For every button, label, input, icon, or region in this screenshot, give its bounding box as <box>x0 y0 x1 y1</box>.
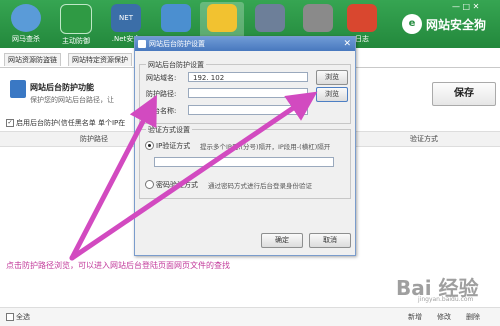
ip-list-field[interactable] <box>154 157 334 167</box>
cancel-button[interactable]: 取消 <box>309 233 351 248</box>
globe-scan-icon <box>11 4 41 32</box>
dialog-titlebar[interactable]: 网站后台防护设置 ✕ <box>135 37 355 51</box>
router-icon <box>303 4 333 32</box>
ip-auth-label[interactable]: IP验证方式 <box>156 141 190 151</box>
safedog-logo-icon: e <box>402 14 422 34</box>
ok-button[interactable]: 确定 <box>261 233 303 248</box>
folder-icon <box>207 4 237 32</box>
password-auth-hint: 通过密码方式进行后台登录身份验证 <box>208 182 312 190</box>
chart-monitor-icon <box>161 4 191 32</box>
select-all-label: 全选 <box>16 313 30 321</box>
dialog-title: 网站后台防护设置 <box>149 40 205 48</box>
toolbar-item-label: 主动防御 <box>62 37 90 45</box>
brand-name: 网站安全狗 <box>426 18 487 32</box>
rocket-icon <box>255 4 285 32</box>
path-field[interactable] <box>188 88 308 98</box>
tab-resource-protect[interactable]: 网站特定资源保护 <box>68 53 132 66</box>
group-backend-settings: 网站后台防护设置 网站域名: 192. 102 浏览 防护路径: 浏览 后台名称… <box>139 60 351 124</box>
feature-description: 保护您的网站后台路径，让 <box>30 96 114 104</box>
enable-label: 启用后台防护(信任黑名单 单个IP在 <box>16 119 126 127</box>
backend-protect-icon <box>10 80 26 98</box>
feature-title: 网站后台防护功能 <box>30 83 94 92</box>
annotation-text: 点击防护路径浏览，可以进入网站后台登陆页面网页文件的查找 <box>6 261 230 270</box>
brand: e 网站安全狗 <box>402 14 498 36</box>
group-title: 网站后台防护设置 <box>146 60 206 70</box>
backend-name-field[interactable] <box>188 105 308 115</box>
path-label: 防护路径: <box>146 90 177 98</box>
bottom-bar: 全选 新增 修改 删除 <box>0 307 500 326</box>
group-auth-method: 验证方式设置 IP验证方式 提示多个IP用,(分号)隔开，IP段用-(横杠)隔开… <box>139 125 351 199</box>
ip-auth-radio[interactable] <box>145 141 154 150</box>
backend-name-label: 后台名称: <box>146 107 177 115</box>
domain-label: 网站域名: <box>146 74 177 82</box>
backend-protect-settings-dialog: 网站后台防护设置 ✕ 网站后台防护设置 网站域名: 192. 102 浏览 防护… <box>134 36 356 256</box>
save-button[interactable]: 保存 <box>432 82 496 106</box>
toolbar-item-label: 网马查杀 <box>12 35 40 43</box>
column-header-auth-method[interactable]: 验证方式 <box>410 134 438 144</box>
path-browse-button[interactable]: 浏览 <box>316 87 348 102</box>
group-title: 验证方式设置 <box>146 125 192 135</box>
password-auth-label[interactable]: 密码验证方式 <box>156 180 198 190</box>
password-auth-radio[interactable] <box>145 180 154 189</box>
dialog-app-icon <box>138 40 146 48</box>
toolbar-item-trojan-scan[interactable]: 网马查杀 <box>4 2 48 48</box>
net-icon: NET <box>111 4 141 32</box>
ip-auth-hint: 提示多个IP用,(分号)隔开，IP段用-(横杠)隔开 <box>200 143 331 151</box>
select-all-checkbox[interactable]: 全选 <box>6 312 30 322</box>
delete-button[interactable]: 删除 <box>466 312 480 322</box>
column-header-path[interactable]: 防护路径 <box>80 134 108 144</box>
dialog-close-button[interactable]: ✕ <box>343 37 351 51</box>
edit-button[interactable]: 修改 <box>437 312 451 322</box>
domain-field[interactable]: 192. 102 <box>188 72 308 82</box>
enable-checkbox[interactable]: ✓ <box>6 119 14 127</box>
window-controls[interactable]: — □ ✕ <box>452 2 498 12</box>
enable-backend-protect-row[interactable]: ✓ 启用后台防护(信任黑名单 单个IP在 <box>6 118 125 128</box>
domain-browse-button[interactable]: 浏览 <box>316 70 348 85</box>
log-icon <box>347 4 377 32</box>
watermark-url: jingyan.baidu.com <box>418 296 474 303</box>
shield-icon <box>60 4 92 34</box>
tab-anti-leech[interactable]: 网站资源防盗链 <box>4 53 61 66</box>
new-button[interactable]: 新增 <box>408 312 422 322</box>
toolbar-item-active-defense[interactable]: 主动防御 <box>54 2 98 48</box>
